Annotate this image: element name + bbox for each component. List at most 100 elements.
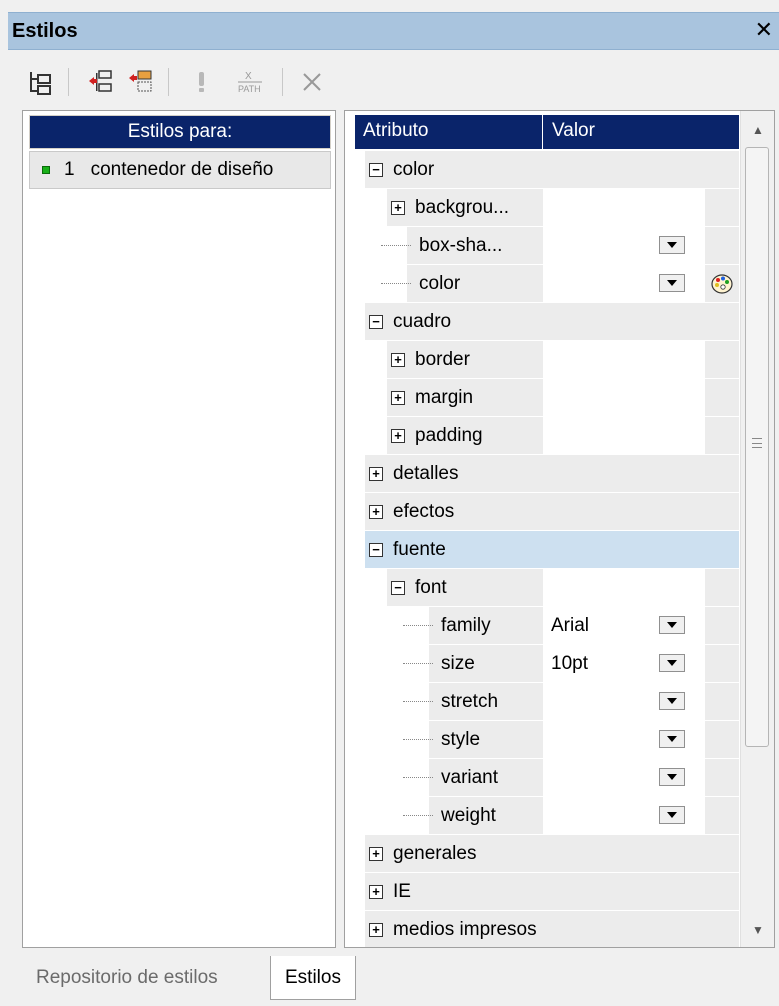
value-cell[interactable]: Arial <box>543 607 701 644</box>
value-text: 10pt <box>551 652 588 674</box>
toolbar-separator <box>168 68 169 96</box>
attribute-cell: style <box>403 721 543 758</box>
value-cell[interactable] <box>543 683 701 720</box>
attribute-cell: color <box>381 265 543 302</box>
tree-layout-icon[interactable] <box>20 62 60 102</box>
grid-row[interactable]: color <box>355 265 739 303</box>
dropdown-arrow-icon[interactable] <box>659 692 685 710</box>
grid-row[interactable]: − cuadro <box>355 303 739 341</box>
attribute-cell: + generales <box>365 835 739 872</box>
expand-icon[interactable]: + <box>369 922 383 937</box>
expand-icon[interactable]: + <box>369 504 383 519</box>
attribute-label: stretch <box>441 690 499 712</box>
dropdown-arrow-icon[interactable] <box>659 806 685 824</box>
scroll-up-icon[interactable]: ▲ <box>741 115 774 145</box>
add-rule-icon[interactable] <box>120 62 160 102</box>
expand-icon[interactable]: + <box>369 846 383 861</box>
grid-row[interactable]: − font <box>355 569 739 607</box>
attribute-label: medios impresos <box>393 918 537 940</box>
attribute-label: fuente <box>393 538 446 560</box>
grid-row[interactable]: + padding <box>355 417 739 455</box>
extra-cell <box>705 417 739 454</box>
item-number: 1 <box>64 159 75 180</box>
value-cell[interactable] <box>543 569 701 606</box>
add-style-icon[interactable] <box>80 62 120 102</box>
expand-icon[interactable]: + <box>391 390 405 405</box>
expand-icon[interactable]: + <box>391 200 405 215</box>
scroll-down-icon[interactable]: ▼ <box>741 915 774 945</box>
column-header-value[interactable]: Valor <box>544 115 739 149</box>
value-cell[interactable] <box>543 759 701 796</box>
extra-cell <box>705 189 739 226</box>
scroll-thumb[interactable] <box>745 147 769 747</box>
grid-row[interactable]: + backgrou... <box>355 189 739 227</box>
extra-cell[interactable] <box>705 265 739 302</box>
styles-window: Estilos ✕ X PATH Estilos para: 1 contene… <box>0 0 779 1006</box>
value-cell[interactable] <box>543 379 701 416</box>
grid-row[interactable]: + IE <box>355 873 739 911</box>
extra-cell <box>705 227 739 264</box>
attribute-cell: − color <box>365 151 739 188</box>
status-dot-icon <box>42 166 50 174</box>
grid-row[interactable]: variant <box>355 759 739 797</box>
attribute-label: family <box>441 614 491 636</box>
dropdown-arrow-icon[interactable] <box>659 654 685 672</box>
extra-cell <box>705 759 739 796</box>
tab-styles[interactable]: Estilos <box>270 956 356 1000</box>
attribute-label: backgrou... <box>415 196 509 218</box>
exclamation-icon[interactable] <box>182 62 222 102</box>
grid-row[interactable]: + detalles <box>355 455 739 493</box>
attributes-grid: Atributo Valor − color + backgrou... box-sha… <box>344 110 775 948</box>
tree-connector <box>403 739 433 740</box>
grid-row[interactable]: stretch <box>355 683 739 721</box>
value-cell[interactable] <box>543 265 701 302</box>
xpath-icon[interactable]: X PATH <box>230 62 270 102</box>
dropdown-arrow-icon[interactable] <box>659 616 685 634</box>
grid-row[interactable]: box-sha... <box>355 227 739 265</box>
grid-row[interactable]: + border <box>355 341 739 379</box>
grid-row[interactable]: style <box>355 721 739 759</box>
grid-row[interactable]: − color <box>355 151 739 189</box>
column-header-attribute[interactable]: Atributo <box>355 115 543 149</box>
collapse-icon[interactable]: − <box>369 314 383 329</box>
dropdown-arrow-icon[interactable] <box>659 730 685 748</box>
close-icon[interactable]: ✕ <box>755 17 773 43</box>
grid-row[interactable]: size 10pt <box>355 645 739 683</box>
dropdown-arrow-icon[interactable] <box>659 236 685 254</box>
collapse-icon[interactable]: − <box>391 580 405 595</box>
dropdown-arrow-icon[interactable] <box>659 274 685 292</box>
collapse-icon[interactable]: − <box>369 542 383 557</box>
grid-row[interactable]: + generales <box>355 835 739 873</box>
attribute-cell: − fuente <box>365 531 739 568</box>
grid-row[interactable]: − fuente <box>355 531 739 569</box>
attribute-cell: + IE <box>365 873 739 910</box>
list-item[interactable]: 1 contenedor de diseño <box>29 151 331 189</box>
grid-row[interactable]: family Arial <box>355 607 739 645</box>
value-cell[interactable] <box>543 417 701 454</box>
value-cell[interactable]: 10pt <box>543 645 701 682</box>
expand-icon[interactable]: + <box>369 466 383 481</box>
value-cell[interactable] <box>543 227 701 264</box>
value-cell[interactable] <box>543 797 701 834</box>
grid-row[interactable]: + medios impresos <box>355 911 739 947</box>
grid-row[interactable]: + margin <box>355 379 739 417</box>
attribute-label: style <box>441 728 481 750</box>
expand-icon[interactable]: + <box>391 352 405 367</box>
value-cell[interactable] <box>543 341 701 378</box>
value-cell[interactable] <box>543 721 701 758</box>
item-label: contenedor de diseño <box>90 159 274 180</box>
value-cell[interactable] <box>543 189 701 226</box>
collapse-icon[interactable]: − <box>369 162 383 177</box>
delete-icon[interactable] <box>292 62 332 102</box>
color-palette-icon <box>711 273 733 294</box>
dropdown-arrow-icon[interactable] <box>659 768 685 786</box>
attribute-label: size <box>441 652 475 674</box>
expand-icon[interactable]: + <box>391 428 405 443</box>
grid-row[interactable]: + efectos <box>355 493 739 531</box>
expand-icon[interactable]: + <box>369 884 383 899</box>
grid-row[interactable]: weight <box>355 797 739 835</box>
vertical-scrollbar[interactable]: ▲ ▼ <box>740 111 774 947</box>
tree-connector <box>403 701 433 702</box>
svg-text:X: X <box>245 71 252 82</box>
tab-style-repository[interactable]: Repositorio de estilos <box>22 956 232 1000</box>
